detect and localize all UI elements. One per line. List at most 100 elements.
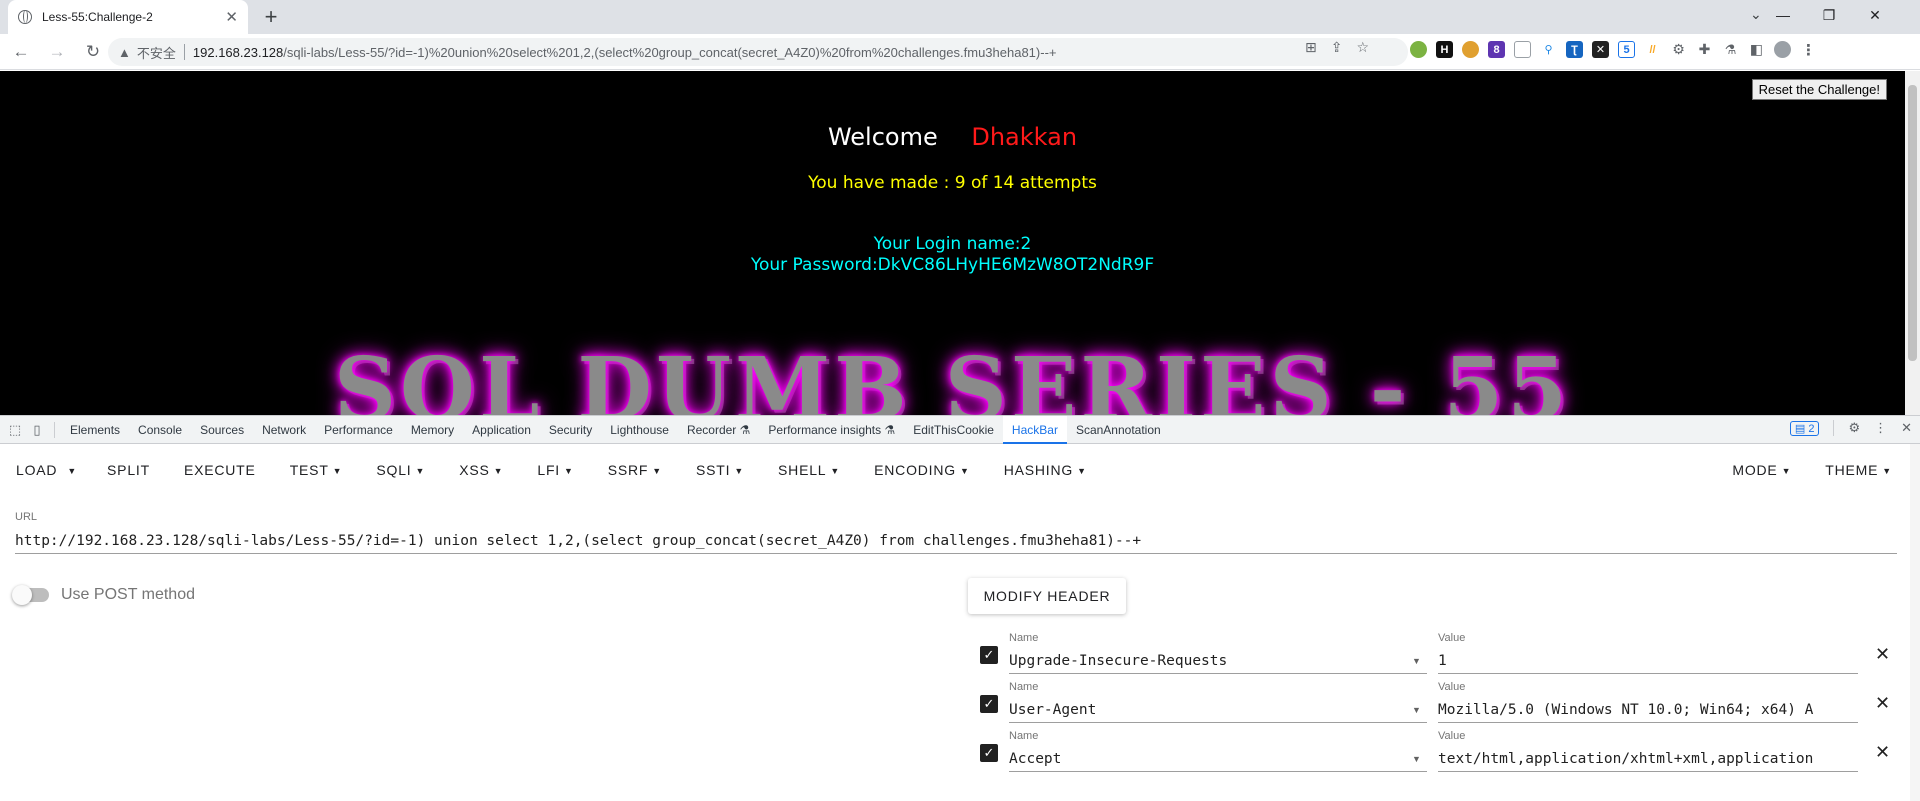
tab-application[interactable]: Application <box>463 416 540 444</box>
extension-icon[interactable]: // <box>1644 41 1661 58</box>
forward-button[interactable]: → <box>42 37 72 67</box>
issues-badge[interactable]: ▤ 2 <box>1789 420 1820 436</box>
load-dropdown[interactable]: ▼ <box>63 444 91 496</box>
chrome-menu-icon[interactable]: ⋮ <box>1800 41 1817 59</box>
star-icon[interactable]: ☆ <box>1356 39 1369 56</box>
header-name-field[interactable]: Accept <box>1009 746 1427 772</box>
restore-button[interactable]: ❐ <box>1806 0 1852 30</box>
back-button[interactable]: ← <box>6 37 36 67</box>
check-icon[interactable]: ✓ <box>980 646 998 664</box>
header-value-field[interactable]: Mozilla/5.0 (Windows NT 10.0; Win64; x64… <box>1438 697 1858 723</box>
dropdown-arrow-icon[interactable]: ▼ <box>1412 705 1421 715</box>
address-bar[interactable]: ▲ 不安全 192.168.23.128/sqli-labs/Less-55/?… <box>108 38 1408 66</box>
shell-menu[interactable]: SHELL ▼ <box>762 444 858 496</box>
gear-icon[interactable]: ⚙ <box>1848 420 1860 436</box>
gear-icon[interactable]: ⚙ <box>1670 41 1687 58</box>
extension-icon[interactable]: Ʈ <box>1566 41 1583 58</box>
sidepanel-icon[interactable]: ◧ <box>1748 41 1765 58</box>
remove-header-icon[interactable]: ✕ <box>1875 644 1890 665</box>
lfi-menu[interactable]: LFI ▼ <box>521 444 591 496</box>
remove-header-icon[interactable]: ✕ <box>1875 693 1890 714</box>
tab-scanannotation[interactable]: ScanAnnotation <box>1067 416 1170 444</box>
extension-icon[interactable]: ✕ <box>1592 41 1609 58</box>
warning-icon[interactable]: ▲ <box>118 45 131 60</box>
close-devtools-icon[interactable]: ✕ <box>1901 420 1912 436</box>
translate-icon[interactable]: ⊞ <box>1305 39 1317 56</box>
extension-icon[interactable] <box>1410 41 1427 58</box>
tab-performance-insights[interactable]: Performance insights ⚗ <box>759 416 904 444</box>
check-icon[interactable]: ✓ <box>980 695 998 713</box>
cookie-icon[interactable] <box>1462 41 1479 58</box>
tab-network[interactable]: Network <box>253 416 315 444</box>
toggle-knob[interactable] <box>12 585 32 605</box>
sqli-menu[interactable]: SQLI ▼ <box>360 444 443 496</box>
minimize-button[interactable]: — <box>1760 0 1806 30</box>
tab-elements[interactable]: Elements <box>61 416 129 444</box>
ssrf-menu[interactable]: SSRF ▼ <box>592 444 680 496</box>
puzzle-icon[interactable]: ✚ <box>1696 41 1713 58</box>
page-viewport: Reset the Challenge! Welcome Dhakkan You… <box>0 71 1905 415</box>
split-menu[interactable]: SPLIT <box>91 444 168 496</box>
header-name-field[interactable]: User-Agent <box>1009 697 1427 723</box>
tab-console[interactable]: Console <box>129 416 191 444</box>
shell-label: SHELL <box>778 462 827 478</box>
hackbar-menu-right: MODE ▼ THEME ▼ <box>1716 444 1910 496</box>
xss-menu[interactable]: XSS ▼ <box>443 444 521 496</box>
test-menu[interactable]: TEST ▼ <box>274 444 361 496</box>
url-textarea[interactable]: http://192.168.23.128/sqli-labs/Less-55/… <box>15 528 1897 554</box>
modify-header-button[interactable]: MODIFY HEADER <box>968 578 1126 614</box>
ssti-menu[interactable]: SSTI ▼ <box>680 444 762 496</box>
remove-header-icon[interactable]: ✕ <box>1875 742 1890 763</box>
encoding-menu[interactable]: ENCODING ▼ <box>858 444 988 496</box>
hackbar-ext-icon[interactable]: H <box>1436 41 1453 58</box>
share-icon[interactable]: ⇪ <box>1331 39 1343 56</box>
browser-tab[interactable]: Less-55:Challenge-2 ✕ <box>8 0 248 34</box>
check-icon[interactable]: ✓ <box>980 744 998 762</box>
profile-icon[interactable] <box>1774 41 1791 58</box>
new-tab-button[interactable]: + <box>258 4 284 30</box>
hackbar-menu: LOAD ▼ SPLIT EXECUTE TEST ▼ SQLI ▼ XSS ▼ LFI ▼ SSR… <box>0 444 1920 496</box>
xss-label: XSS <box>459 462 490 478</box>
device-toolbar-icon[interactable]: ▯ <box>26 422 48 438</box>
page-scrollbar[interactable] <box>1905 71 1920 415</box>
tab-close-icon[interactable]: ✕ <box>225 8 238 26</box>
header-name-field[interactable]: Upgrade-Insecure-Requests <box>1009 648 1427 674</box>
header-value-label: Value <box>1438 632 1466 644</box>
tab-performance[interactable]: Performance <box>315 416 402 444</box>
flask-icon[interactable]: ⚗ <box>1722 41 1739 58</box>
extension-icon[interactable]: 8 <box>1488 41 1505 58</box>
dropdown-arrow-icon: ▼ <box>1882 466 1892 477</box>
header-value-field[interactable]: text/html,application/xhtml+xml,applicat… <box>1438 746 1858 772</box>
load-button[interactable]: LOAD <box>0 444 63 496</box>
tab-lighthouse[interactable]: Lighthouse <box>601 416 678 444</box>
reset-challenge-button[interactable]: Reset the Challenge! <box>1751 79 1887 100</box>
inspect-icon[interactable]: ⬚ <box>4 422 26 438</box>
extension-icon[interactable] <box>1514 41 1531 58</box>
dropdown-arrow-icon[interactable]: ▼ <box>1412 656 1421 666</box>
devtools-scrollbar[interactable] <box>1910 444 1920 801</box>
reload-button[interactable]: ↻ <box>78 37 108 67</box>
pin-icon[interactable]: ⚲ <box>1540 41 1557 58</box>
toggle-switch[interactable] <box>12 585 49 605</box>
execute-menu[interactable]: EXECUTE <box>168 444 274 496</box>
tab-security[interactable]: Security <box>540 416 601 444</box>
hashing-menu[interactable]: HASHING ▼ <box>988 444 1105 496</box>
more-options-icon[interactable]: ⋮ <box>1874 420 1887 436</box>
tab-editthiscookie[interactable]: EditThisCookie <box>904 416 1003 444</box>
tab-sources[interactable]: Sources <box>191 416 253 444</box>
insecure-label[interactable]: 不安全 <box>137 43 176 62</box>
scrollbar-thumb[interactable] <box>1908 85 1917 361</box>
issues-count: 2 <box>1808 422 1815 435</box>
tab-memory[interactable]: Memory <box>402 416 463 444</box>
tab-recorder[interactable]: Recorder ⚗ <box>678 416 759 444</box>
tab-search-icon[interactable]: ⌄ <box>1750 6 1762 23</box>
lfi-label: LFI <box>537 462 560 478</box>
theme-menu[interactable]: THEME ▼ <box>1809 444 1910 496</box>
close-window-button[interactable]: ✕ <box>1852 0 1898 30</box>
mode-menu[interactable]: MODE ▼ <box>1716 444 1809 496</box>
dropdown-arrow-icon[interactable]: ▼ <box>1412 754 1421 764</box>
header-value-field[interactable]: 1 <box>1438 648 1858 674</box>
extension-icon[interactable]: 5 <box>1618 41 1635 58</box>
post-method-toggle[interactable]: Use POST method <box>12 585 195 605</box>
tab-hackbar[interactable]: HackBar <box>1002 415 1067 444</box>
